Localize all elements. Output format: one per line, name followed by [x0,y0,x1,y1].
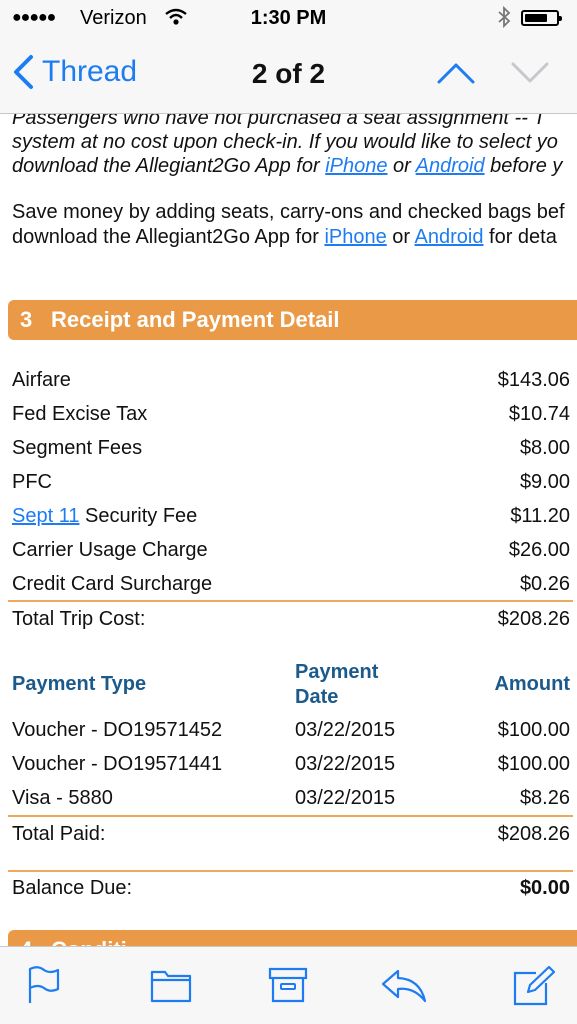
next-message-button[interactable] [510,60,550,91]
section-header-receipt: 3 Receipt and Payment Detail [8,300,577,340]
text: Security Fee [79,505,198,527]
android-link[interactable]: Android [415,226,484,248]
payment-amount: $100.00 [497,753,570,775]
charge-row-fed-excise-tax: Fed Excise Tax $10.74 [12,397,570,431]
column-header-payment-type: Payment Type [12,673,147,695]
email-text-line: download the Allegiant2Go App for iPhone… [12,154,577,179]
flag-icon [28,966,60,1003]
payment-type: Visa - 5880 [12,787,113,809]
charge-label: Segment Fees [12,437,143,459]
move-to-folder-button[interactable] [150,965,192,1010]
chevron-up-icon [437,63,475,84]
status-bar: ●●●●● Verizon 1:30 PM [0,0,577,36]
flag-button[interactable] [26,965,62,1010]
payment-row: Visa - 5880 03/22/2015 $8.26 [12,781,570,815]
payment-row: Voucher - DO19571441 03/22/2015 $100.00 [12,747,570,781]
text: download the Allegiant2Go App for [12,226,325,248]
charge-amount: $10.74 [508,403,570,425]
charge-row-card-surcharge: Credit Card Surcharge $0.26 [12,567,570,601]
reply-button[interactable] [380,965,428,1010]
charge-amount: $143.06 [497,369,570,391]
text: or [387,155,416,177]
payment-date: 03/22/2015 [295,719,396,741]
column-header-payment-date: Payment Date [295,660,378,710]
reply-icon [381,969,427,1003]
iphone-link[interactable]: iPhone [325,155,387,177]
sept-11-link[interactable]: Sept 11 [12,505,79,527]
charge-row-pfc: PFC $9.00 [12,465,570,499]
battery-icon [521,10,562,26]
compose-icon [513,965,556,1006]
charge-row-security-fee: Sept 11 Security Fee $11.20 [12,499,570,533]
chevron-down-icon [511,62,549,83]
column-header-amount: Amount [494,673,570,695]
header-line: Payment [295,661,379,683]
total-paid-row: Total Paid: $208.26 [12,817,570,851]
payment-type: Voucher - DO19571452 [12,719,223,741]
total-paid-label: Total Paid: [12,823,106,845]
charge-row-carrier-usage: Carrier Usage Charge $26.00 [12,533,570,567]
payment-row: Voucher - DO19571452 03/22/2015 $100.00 [12,713,570,747]
total-paid-amount: $208.26 [497,823,570,845]
section-title: Receipt and Payment Detail [51,307,340,332]
charge-row-airfare: Airfare $143.06 [12,363,570,397]
archive-button[interactable] [268,965,308,1010]
balance-due-row: Balance Due: $0.00 [12,871,570,905]
message-position-title: 2 of 2 [251,58,326,89]
email-text-line: system at no cost upon check-in. If you … [12,131,558,153]
balance-label: Balance Due: [12,877,133,899]
section-number: 4 [20,930,32,946]
balance-amount: $0.00 [519,877,570,899]
total-amount: $208.26 [497,608,570,630]
payment-date: 03/22/2015 [295,753,396,775]
section-number: 3 [20,307,33,332]
charge-amount: $8.00 [519,437,570,459]
charge-amount: $9.00 [519,471,570,493]
total-label: Total Trip Cost: [12,608,146,630]
email-body[interactable]: Passengers who have not purchased a seat… [0,114,577,946]
charge-amount: $0.26 [519,573,570,595]
header-line: Date [295,686,339,708]
charge-row-segment-fees: Segment Fees $8.00 [12,431,570,465]
section-header-conditions: 4 Conditi [8,930,577,946]
charge-label: Credit Card Surcharge [12,573,213,595]
previous-message-button[interactable] [436,60,476,91]
clock: 1:30 PM [250,7,327,29]
android-link[interactable]: Android [416,155,485,177]
bluetooth-icon [497,5,511,34]
charge-amount: $11.20 [510,505,570,527]
charge-label: Fed Excise Tax [12,403,148,425]
total-trip-cost-row: Total Trip Cost: $208.26 [12,602,570,636]
charge-label: Carrier Usage Charge [12,539,208,561]
email-text-line: download the Allegiant2Go App for iPhone… [12,225,577,250]
section-title: Conditi [51,930,127,946]
compose-button[interactable] [512,965,556,1012]
charge-label: Sept 11 Security Fee [12,499,197,533]
text: download the Allegiant2Go App for [12,155,326,177]
email-text-line: Save money by adding seats, carry-ons an… [12,201,565,223]
email-text-line: Passengers who have not purchased a seat… [12,114,546,129]
payment-amount: $8.26 [519,787,570,809]
payment-type: Voucher - DO19571441 [12,753,223,775]
text: before y [484,155,563,177]
payment-date: 03/22/2015 [295,787,396,809]
folder-icon [150,970,192,1003]
archive-icon [268,967,308,1003]
text: or [386,226,415,248]
navigation-bar: Thread 2 of 2 [0,36,577,114]
payment-amount: $100.00 [497,719,570,741]
iphone-link[interactable]: iPhone [324,226,386,248]
text: for deta [483,226,557,248]
charge-label: PFC [12,471,52,493]
charge-label: Airfare [12,369,71,391]
charge-amount: $26.00 [508,539,570,561]
bottom-toolbar [0,946,577,1024]
